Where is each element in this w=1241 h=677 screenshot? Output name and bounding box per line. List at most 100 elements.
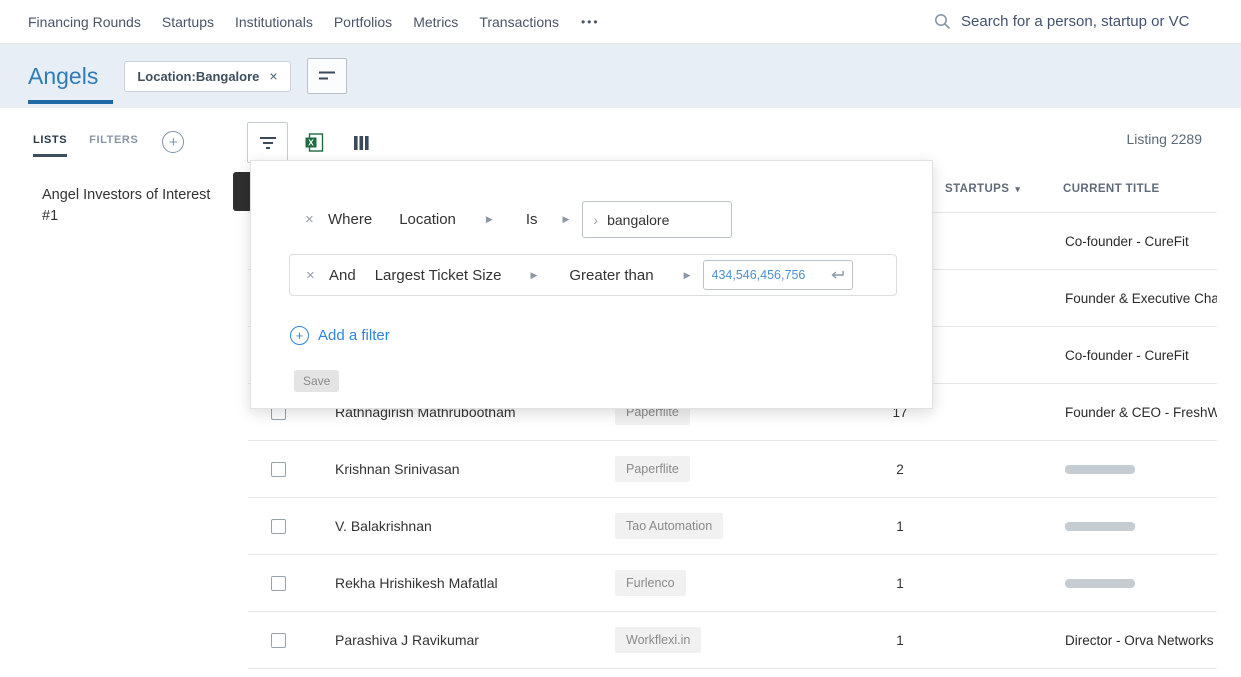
filter-operator-greater-than[interactable]: Greater than: [569, 267, 653, 284]
current-title-cell: Founder & CEO - FreshW: [1065, 404, 1217, 420]
startups-count: 1: [896, 518, 904, 534]
content-area: X Listing 2289 STARTUPS ▾ CURRENT TITLE …: [247, 108, 1241, 677]
sort-lines-icon: [318, 70, 336, 83]
filter-row-location: × Where Location ▶ Is ▶ ›: [305, 201, 932, 238]
excel-export-button[interactable]: X: [294, 122, 335, 163]
filter-value-wrap: [702, 260, 853, 290]
sidebar-list-item-angel-investors[interactable]: Angel Investors of Interest #1: [42, 185, 214, 227]
page-title: Angels: [28, 62, 99, 89]
columns-button[interactable]: [341, 122, 382, 163]
tab-filters[interactable]: FILTERS: [89, 134, 138, 157]
filter-button[interactable]: [247, 122, 288, 163]
filter-operator-is[interactable]: Is: [526, 211, 538, 228]
chip-close-icon[interactable]: ×: [269, 69, 277, 83]
current-title-cell: [1065, 521, 1217, 531]
row-checkbox[interactable]: [271, 632, 286, 648]
row-checkbox[interactable]: [271, 461, 286, 477]
current-title-cell: Co-founder - CureFit: [1065, 347, 1189, 363]
remove-filter-icon[interactable]: ×: [306, 268, 316, 283]
investor-name[interactable]: Rekha Hrishikesh Mafatlal: [335, 575, 615, 591]
startups-count: 1: [896, 632, 904, 648]
current-title-cell: Director - Orva Networks: [1065, 632, 1214, 648]
startups-count: 1: [896, 575, 904, 591]
caret-right-icon[interactable]: ▶: [563, 214, 570, 225]
main-area: LISTS FILTERS + Angel Investors of Inter…: [0, 108, 1241, 677]
filter-chip-label: Location:Bangalore: [137, 68, 260, 84]
redacted-bar: [1065, 464, 1135, 474]
startups-count: 2: [896, 461, 904, 477]
nav-item-startups[interactable]: Startups: [162, 14, 214, 30]
filter-field-ticket-size[interactable]: Largest Ticket Size: [375, 267, 502, 284]
table-row: Rekha Hrishikesh Mafatlal Furlenco 1: [248, 555, 1217, 612]
current-title-cell: Founder & Executive Cha: [1065, 290, 1217, 306]
company-chip[interactable]: Tao Automation: [615, 513, 724, 539]
add-filter-button[interactable]: + Add a filter: [290, 326, 932, 345]
toolbar-buttons: X: [247, 122, 382, 163]
current-title-cell: [1065, 464, 1217, 474]
tab-lists[interactable]: LISTS: [33, 134, 68, 157]
remove-filter-icon[interactable]: ×: [305, 212, 315, 227]
caret-right-icon[interactable]: ▶: [530, 270, 537, 281]
plus-icon: +: [169, 133, 178, 151]
page-header: Angels Location:Bangalore ×: [0, 44, 1241, 108]
primary-nav: Financing Rounds Startups Institutionals…: [28, 14, 559, 30]
filter-connector: And: [329, 266, 356, 284]
company-cell: Tao Automation: [615, 513, 845, 539]
excel-icon: X: [305, 133, 324, 152]
company-cell: Workflexi.in: [615, 627, 845, 653]
add-filter-label: Add a filter: [318, 327, 390, 344]
listing-count: Listing 2289: [1126, 131, 1202, 147]
company-chip[interactable]: Workflexi.in: [615, 627, 702, 653]
column-header-startups[interactable]: STARTUPS ▾: [945, 183, 1020, 195]
page-title-wrap: Angels: [28, 44, 114, 108]
nav-item-transactions[interactable]: Transactions: [479, 14, 559, 30]
checkbox-cell: [248, 518, 335, 534]
global-search: [934, 13, 1213, 30]
nav-item-institutionals[interactable]: Institutionals: [235, 14, 313, 30]
checkbox-cell: [248, 575, 335, 591]
save-button[interactable]: Save: [294, 370, 340, 392]
top-navigation-bar: Financing Rounds Startups Institutionals…: [0, 0, 1241, 44]
tooltip-remnant: [233, 172, 251, 211]
investor-name[interactable]: Parashiva J Ravikumar: [335, 632, 615, 648]
sort-options-button[interactable]: [306, 58, 347, 94]
company-chip[interactable]: Paperflite: [615, 456, 690, 482]
filter-value-input-ticket-size[interactable]: [711, 268, 830, 282]
column-header-current-title: CURRENT TITLE: [1063, 183, 1160, 195]
caret-right-icon[interactable]: ▶: [684, 270, 691, 281]
plus-circle-icon: +: [290, 326, 309, 345]
filter-field-location[interactable]: Location: [399, 211, 456, 228]
search-icon: [934, 13, 951, 30]
table-row: Krishnan Srinivasan Paperflite 2: [248, 441, 1217, 498]
investor-name[interactable]: Krishnan Srinivasan: [335, 461, 615, 477]
svg-text:X: X: [308, 138, 314, 148]
redacted-bar: [1065, 578, 1135, 588]
investor-name[interactable]: V. Balakrishnan: [335, 518, 615, 534]
add-list-button[interactable]: +: [162, 131, 185, 153]
row-checkbox[interactable]: [271, 518, 286, 534]
company-cell: Furlenco: [615, 570, 845, 596]
company-cell: Paperflite: [615, 456, 845, 482]
table-row: Parashiva J Ravikumar Workflexi.in 1 Direct…: [248, 612, 1217, 669]
more-menu-button[interactable]: •••: [581, 15, 600, 29]
filter-value-input-location[interactable]: [607, 211, 722, 228]
search-input[interactable]: [961, 13, 1213, 30]
filter-connector: Where: [328, 211, 373, 228]
current-title-cell: [1065, 578, 1217, 588]
nav-item-metrics[interactable]: Metrics: [413, 14, 458, 30]
filter-icon: [259, 136, 277, 150]
nav-item-portfolios[interactable]: Portfolios: [334, 14, 392, 30]
checkbox-cell: [248, 632, 335, 648]
chevron-right-icon[interactable]: ›: [593, 213, 598, 227]
filter-value-wrap: ›: [582, 201, 733, 238]
table-toolbar: X Listing 2289: [247, 108, 1241, 165]
caret-right-icon[interactable]: ▶: [486, 214, 493, 225]
table-row: V. Balakrishnan Tao Automation 1: [248, 498, 1217, 555]
columns-icon: [353, 135, 370, 151]
company-chip[interactable]: Furlenco: [615, 570, 686, 596]
row-checkbox[interactable]: [271, 575, 286, 591]
nav-item-financing-rounds[interactable]: Financing Rounds: [28, 14, 141, 30]
location-filter-chip[interactable]: Location:Bangalore ×: [124, 60, 291, 92]
sidebar-tabs: LISTS FILTERS +: [33, 131, 248, 157]
filter-row-ticket-size: × And Largest Ticket Size ▶ Greater than…: [289, 254, 897, 296]
